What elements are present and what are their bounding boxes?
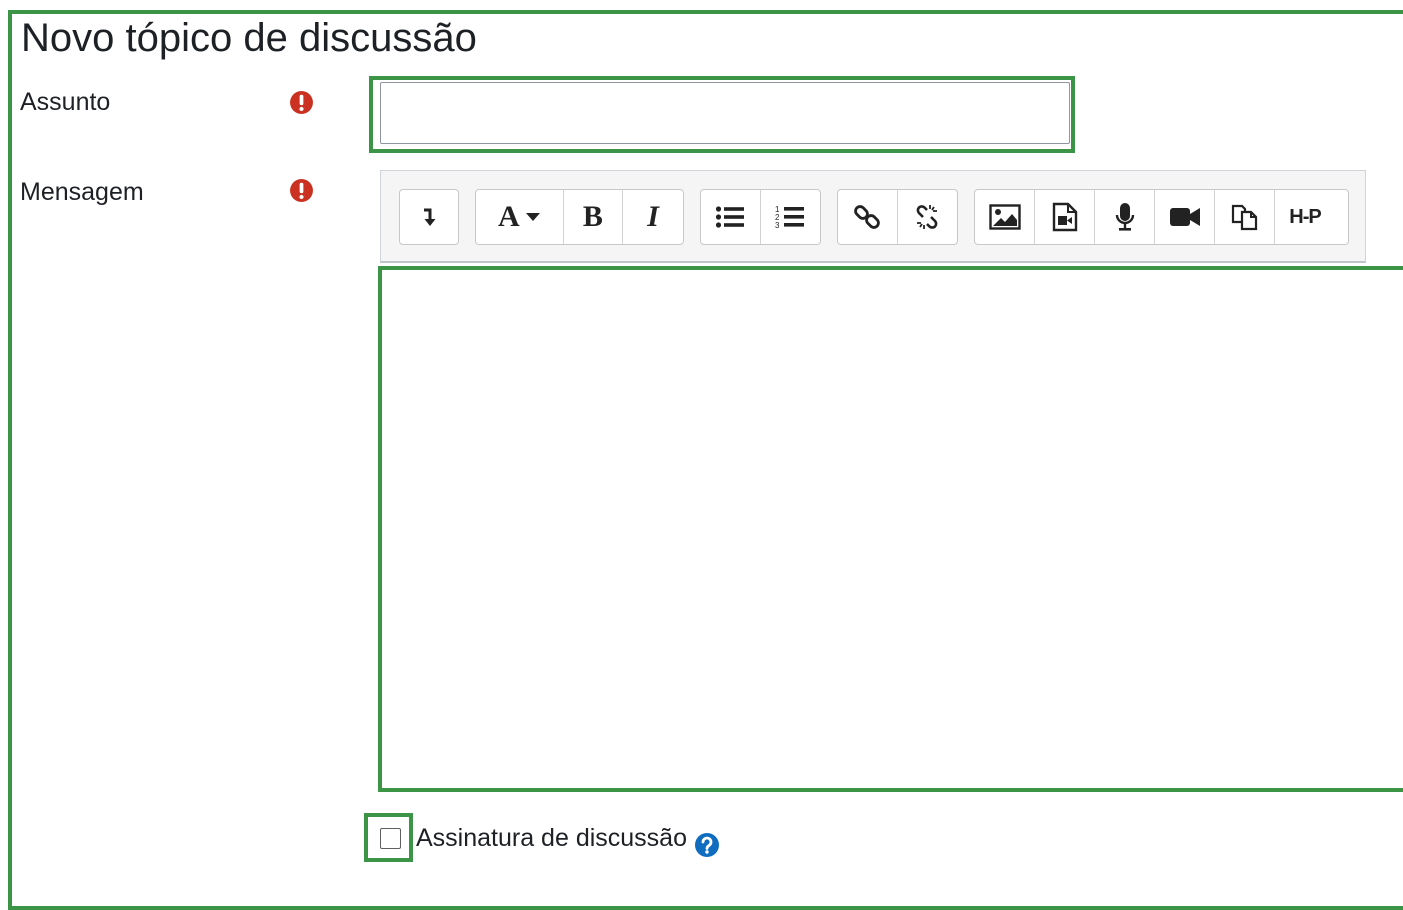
record-video-icon: [1169, 208, 1200, 226]
message-editor-highlight: [378, 266, 1403, 792]
ordered-list-icon: 1 2 3: [775, 205, 805, 230]
manage-files-icon: [1231, 204, 1257, 231]
paragraph-styles-button[interactable]: A: [476, 190, 564, 244]
subject-label: Assunto: [20, 88, 111, 116]
media-button[interactable]: [1035, 190, 1095, 244]
signature-label: Assinatura de discussão: [416, 824, 687, 852]
editor-toolbar: A B I 1 2 3 H-P: [380, 170, 1366, 263]
help-icon[interactable]: [694, 832, 720, 858]
bold-button[interactable]: B: [564, 190, 624, 244]
expand-toolbar-button[interactable]: [400, 190, 458, 244]
h5p-button[interactable]: H-P: [1275, 190, 1335, 244]
image-button[interactable]: [975, 190, 1035, 244]
toolbar-group-insert: H-P: [974, 189, 1349, 245]
expand-toolbar-icon: [424, 208, 436, 226]
h5p-icon: H-P: [1289, 205, 1321, 228]
required-icon: [290, 91, 313, 114]
subject-highlight: [369, 76, 1075, 153]
unlink-icon: [916, 205, 938, 229]
unlink-button[interactable]: [898, 190, 958, 244]
italic-button[interactable]: I: [623, 190, 683, 244]
message-label: Mensagem: [20, 178, 144, 206]
signature-checkbox-highlight: [364, 813, 413, 862]
italic-icon: I: [647, 200, 659, 233]
manage-files-button[interactable]: [1215, 190, 1275, 244]
record-audio-icon: [1115, 203, 1134, 231]
media-icon: [1052, 202, 1077, 232]
required-icon: [290, 179, 313, 202]
record-video-button[interactable]: [1155, 190, 1215, 244]
page-title: Novo tópico de discussão: [21, 16, 477, 60]
toolbar-group-list: 1 2 3: [700, 189, 821, 245]
link-button[interactable]: [838, 190, 898, 244]
toolbar-group-links: [837, 189, 958, 245]
paragraph-styles-icon: A: [498, 200, 541, 234]
link-icon: [854, 205, 881, 229]
toolbar-group-collapse: [399, 189, 459, 245]
svg-text:3: 3: [775, 221, 780, 230]
image-icon: [988, 204, 1021, 230]
unordered-list-button[interactable]: [701, 190, 761, 244]
toolbar-group-style: A B I: [475, 189, 684, 245]
unordered-list-icon: [716, 206, 745, 228]
ordered-list-button[interactable]: 1 2 3: [761, 190, 821, 244]
bold-icon: B: [582, 200, 603, 233]
font-letter: A: [497, 200, 520, 233]
record-audio-button[interactable]: [1095, 190, 1155, 244]
